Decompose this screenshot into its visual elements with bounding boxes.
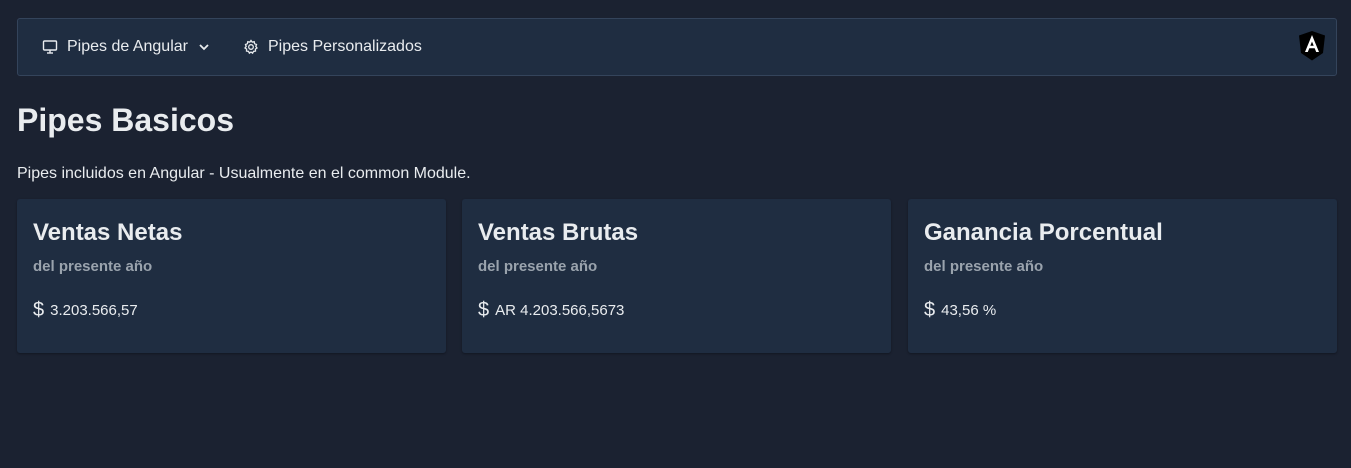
card-value: $ 43,56 %	[924, 300, 996, 320]
chevron-down-icon	[197, 40, 211, 54]
card-value-text: AR 4.203.566,5673	[495, 301, 625, 319]
card-value-text: 3.203.566,57	[50, 301, 138, 319]
gear-icon	[243, 39, 259, 55]
card-value-text: 43,56 %	[941, 301, 997, 319]
card-ganancia-porcentual: Ganancia Porcentual del presente año $ 4…	[908, 199, 1337, 353]
nav-item-pipes-personalizados[interactable]: Pipes Personalizados	[243, 19, 422, 75]
nav-item-pipes-angular[interactable]: Pipes de Angular	[42, 19, 211, 75]
card-subtitle: del presente año	[924, 258, 1044, 275]
card-ventas-netas: Ventas Netas del presente año $ 3.203.56…	[17, 199, 446, 353]
top-navbar: Pipes de Angular Pipes Personalizados	[17, 18, 1337, 76]
dollar-icon: $	[924, 299, 936, 321]
page-title: Pipes Basicos	[17, 102, 234, 138]
page-subtitle: Pipes incluidos en Angular - Usualmente …	[17, 165, 471, 182]
card-value: $ 3.203.566,57	[33, 300, 138, 320]
dollar-icon: $	[33, 299, 45, 321]
card-subtitle: del presente año	[478, 258, 598, 275]
card-value: $ AR 4.203.566,5673	[478, 300, 624, 320]
nav-item-label: Pipes Personalizados	[267, 38, 422, 55]
card-ventas-brutas: Ventas Brutas del presente año $ AR 4.20…	[462, 199, 891, 353]
monitor-icon	[42, 39, 58, 55]
angular-logo[interactable]	[1298, 30, 1326, 62]
card-title: Ventas Netas	[33, 219, 183, 246]
dollar-icon: $	[478, 299, 490, 321]
nav-item-label: Pipes de Angular	[67, 38, 188, 55]
card-title: Ganancia Porcentual	[924, 219, 1163, 246]
card-title: Ventas Brutas	[478, 219, 639, 246]
card-subtitle: del presente año	[33, 258, 153, 275]
